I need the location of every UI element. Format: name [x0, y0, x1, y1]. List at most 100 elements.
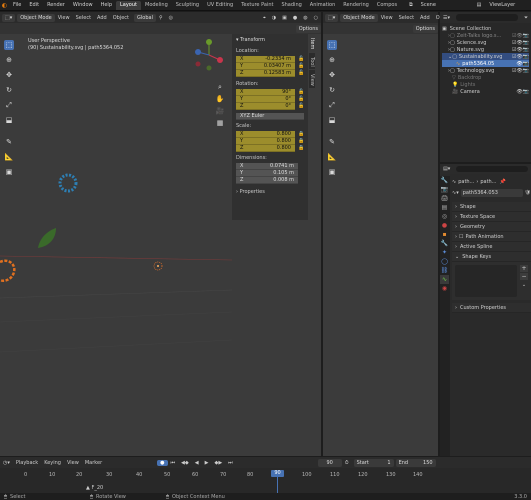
menu-window[interactable]: Window: [69, 2, 97, 8]
section-shape[interactable]: › Shape: [452, 202, 531, 212]
play-icon[interactable]: ▶: [202, 460, 212, 466]
select-box-icon[interactable]: ⬚: [327, 40, 337, 50]
outliner-item[interactable]: ›▢ Nature.svg ☑👁📷: [442, 46, 529, 53]
options-button[interactable]: Options: [295, 24, 321, 33]
data-block-selector[interactable]: ∿▾ path5364.053 🛡: [452, 188, 531, 198]
tab-animation[interactable]: Animation: [306, 1, 340, 10]
scale-x-field[interactable]: X 0.800: [236, 131, 295, 138]
timeline-marker[interactable]: ▲ F_20: [86, 485, 103, 491]
proportional-icon[interactable]: ◎: [166, 15, 176, 21]
mode-select[interactable]: Object Mode: [17, 13, 55, 22]
material-tab-icon[interactable]: ◉: [440, 284, 449, 293]
gizmo-icon[interactable]: ⌖: [260, 15, 269, 21]
shape-key-menu-button[interactable]: ⌄: [520, 282, 528, 289]
section-active-spline[interactable]: › Active Spline: [452, 242, 531, 252]
tab-item[interactable]: Item: [309, 34, 315, 52]
overlay-icon[interactable]: ◑: [269, 15, 279, 21]
menu-edit[interactable]: Edit: [25, 2, 43, 8]
scale-icon[interactable]: ⤢: [327, 100, 337, 110]
timeline-editor-icon[interactable]: ◷▾: [0, 460, 13, 466]
viewlayer-name[interactable]: ViewLayer: [485, 2, 519, 8]
viewport-left[interactable]: ⬚▾ Object Mode View Select Add Object Gl…: [0, 12, 321, 456]
scale-y-field[interactable]: Y 0.800: [236, 138, 295, 145]
cursor-icon[interactable]: ⊕: [4, 55, 14, 65]
mode-select-right[interactable]: Object Mode: [340, 13, 378, 22]
outliner-item[interactable]: ⌄▢ Sustainability.svg ☑👁📷: [442, 53, 529, 60]
transform-section-header[interactable]: ▾ Transform: [232, 34, 308, 46]
object-tab-icon[interactable]: ▪: [440, 230, 449, 239]
section-custom-properties[interactable]: › Custom Properties: [452, 303, 531, 313]
lock-icon[interactable]: 🔓: [298, 96, 304, 103]
tab-modeling[interactable]: Modeling: [141, 1, 172, 10]
tab-layout[interactable]: Layout: [116, 0, 141, 10]
lock-icon[interactable]: 🔓: [298, 89, 304, 96]
rotation-y-field[interactable]: Y 0°: [236, 96, 295, 103]
menu-view-right[interactable]: View: [378, 15, 396, 21]
dimension-y-field[interactable]: Y 0.105 m: [236, 170, 298, 177]
outliner-item[interactable]: ›▢ Science.svg ☑👁📷: [442, 39, 529, 46]
modifier-tab-icon[interactable]: 🔧: [440, 239, 449, 248]
menu-marker[interactable]: Marker: [82, 460, 105, 466]
menu-file[interactable]: File: [9, 2, 25, 8]
menu-select[interactable]: Select: [73, 15, 94, 21]
menu-select-right[interactable]: Select: [396, 15, 417, 21]
particles-tab-icon[interactable]: ✦: [440, 248, 449, 257]
outliner-item[interactable]: ›▢ Zeit-Talks logo.s... ☑👁📷: [442, 32, 529, 39]
tab-compositing[interactable]: Compos: [373, 1, 401, 10]
scene-name[interactable]: Scene: [417, 2, 473, 8]
lock-icon[interactable]: 🔒: [298, 138, 304, 145]
rotation-mode-select[interactable]: XYZ Euler: [236, 113, 304, 120]
constraints-tab-icon[interactable]: ⛓: [440, 266, 449, 275]
measure-icon[interactable]: 📐: [4, 152, 14, 162]
tool-tab-icon[interactable]: 🔧: [440, 176, 449, 185]
move-icon[interactable]: ✥: [4, 70, 14, 80]
camera-view-icon[interactable]: 🎥: [215, 106, 225, 116]
add-shape-key-button[interactable]: +: [520, 265, 528, 272]
data-block-name[interactable]: path5364.053: [460, 189, 523, 197]
playhead-line[interactable]: [277, 476, 278, 493]
outliner-scene-collection[interactable]: ▣ Scene Collection: [442, 25, 529, 32]
properties-editor-icon[interactable]: ▤▾: [440, 166, 453, 172]
options-button-right[interactable]: Options: [412, 24, 438, 33]
current-frame-field[interactable]: 90: [317, 458, 342, 467]
lock-icon[interactable]: 🔒: [298, 145, 304, 152]
dimension-x-field[interactable]: X 0.0741 m: [236, 163, 298, 170]
lock-icon[interactable]: 🔓: [298, 56, 304, 63]
properties-section-header[interactable]: › Properties: [232, 184, 308, 200]
blender-logo-icon[interactable]: ◐: [0, 1, 9, 10]
menu-help[interactable]: Help: [97, 2, 116, 8]
tab-tool[interactable]: Tool: [309, 53, 315, 69]
snap-icon[interactable]: ⚲: [156, 15, 166, 21]
outliner-item[interactable]: 💡 Lights: [442, 81, 529, 88]
section-geometry[interactable]: › Geometry: [452, 222, 531, 232]
next-key-icon[interactable]: ◆▶: [211, 460, 225, 466]
transform-icon[interactable]: ⬓: [327, 115, 337, 125]
pan-hand-icon[interactable]: ✋: [215, 94, 225, 104]
tab-uv-editing[interactable]: UV Editing: [203, 1, 237, 10]
tab-rendering[interactable]: Rendering: [339, 1, 373, 10]
filter-icon[interactable]: ⏷: [521, 15, 531, 21]
outliner-item[interactable]: 🎥 Camera 👁📷: [442, 88, 529, 95]
location-z-field[interactable]: Z 0.12583 m: [236, 70, 295, 77]
section-path-animation[interactable]: › ☐ Path Animation: [452, 232, 531, 242]
xray-icon[interactable]: ▣: [279, 15, 290, 21]
lock-icon[interactable]: 🔒: [298, 131, 304, 138]
rotate-icon[interactable]: ↻: [4, 85, 14, 95]
world-tab-icon[interactable]: ●: [440, 221, 449, 230]
menu-playback[interactable]: Playback: [13, 460, 41, 466]
viewport-right[interactable]: ⬚▾ Object Mode View Select Add Object Op…: [323, 12, 452, 456]
stopwatch-icon[interactable]: ⏱: [342, 460, 352, 466]
output-tab-icon[interactable]: 🖨: [440, 194, 449, 203]
rotate-icon[interactable]: ↻: [327, 85, 337, 95]
rotation-z-field[interactable]: Z 0°: [236, 103, 295, 110]
shading-material-icon[interactable]: ◍: [300, 15, 310, 21]
location-x-field[interactable]: X -0.2334 m: [236, 56, 295, 63]
scene-icon[interactable]: ⧉: [405, 2, 417, 8]
menu-add[interactable]: Add: [94, 15, 110, 21]
scale-icon[interactable]: ⤢: [4, 100, 14, 110]
prev-key-icon[interactable]: ◀◆: [178, 460, 192, 466]
outliner-item[interactable]: ▽ Backdrop: [442, 74, 529, 81]
record-icon[interactable]: ●: [157, 459, 168, 466]
menu-timeline-view[interactable]: View: [64, 460, 82, 466]
editor-type-button[interactable]: ⬚▾: [325, 13, 339, 22]
